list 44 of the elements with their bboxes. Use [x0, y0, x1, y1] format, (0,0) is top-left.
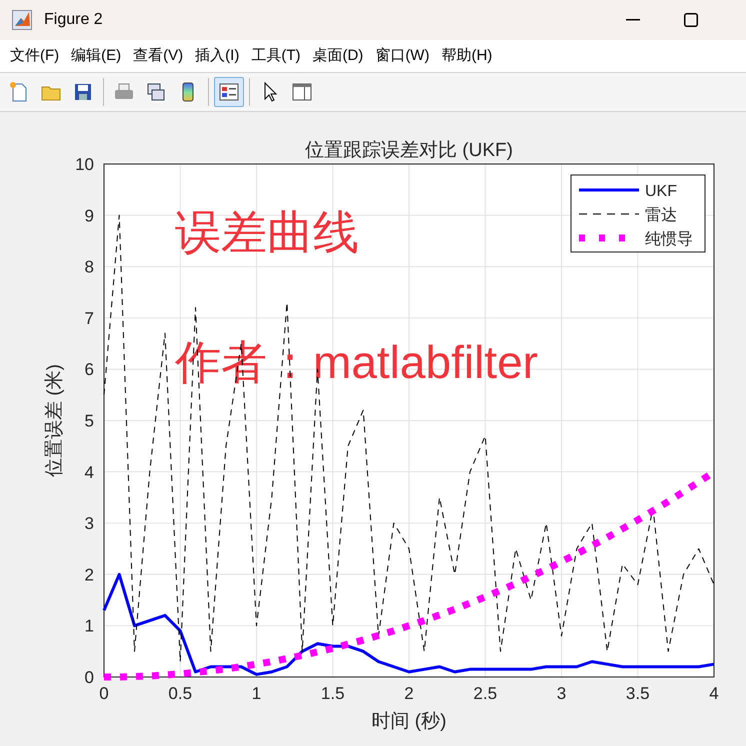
toolbar-button[interactable]	[214, 77, 244, 107]
y-tick-label: 8	[84, 258, 94, 277]
app-logo-icon	[12, 10, 32, 30]
menu-item[interactable]: 桌面(D)	[306, 44, 370, 68]
y-tick-label: 2	[84, 565, 94, 584]
legend-label: 纯惯导	[645, 231, 693, 248]
legend-line	[579, 188, 639, 192]
legend-label: 雷达	[645, 207, 677, 224]
y-tick-label: 6	[84, 360, 94, 380]
menu-item[interactable]: 编辑(E)	[65, 44, 128, 68]
y-tick-label: 9	[84, 206, 94, 226]
property-panel-icon	[291, 81, 313, 103]
x-tick-label: 0.5	[168, 684, 192, 703]
y-tick-label: 0	[84, 668, 94, 687]
y-tick-label: 4	[84, 462, 94, 482]
x-tick-label: 2	[404, 684, 414, 703]
annotation-text: 误差曲线	[175, 206, 359, 258]
chart-title: 位置跟踪误差对比 (UKF)	[305, 140, 513, 161]
menu-item[interactable]: 文件(F)	[4, 44, 66, 68]
x-tick-label: 0	[99, 684, 109, 703]
menu-item[interactable]: 工具(T)	[245, 44, 306, 68]
x-tick-label: 1.5	[320, 684, 345, 703]
x-axis-label: 时间 (秒)	[372, 711, 446, 732]
legend-icon	[218, 81, 240, 103]
y-tick-label: 10	[75, 155, 94, 174]
window-title: Figure 2	[44, 10, 103, 30]
x-tick-label: 4	[709, 684, 719, 703]
menu-item[interactable]: 帮助(H)	[435, 44, 498, 68]
menu-item[interactable]: 窗口(W)	[369, 44, 436, 68]
y-tick-label: 7	[84, 308, 94, 328]
x-tick-label: 1	[252, 684, 262, 703]
y-axis-label: 位置误差 (米)	[44, 364, 65, 477]
y-tick-label: 1	[84, 616, 94, 636]
linked-windows-icon	[145, 81, 167, 103]
minimize-icon	[626, 19, 640, 21]
y-tick-label: 3	[84, 514, 94, 534]
menu-item[interactable]: 查看(V)	[127, 44, 190, 68]
legend-label: UKF	[645, 183, 677, 200]
x-tick-label: 3.5	[626, 684, 650, 703]
maximize-icon	[684, 13, 698, 27]
y-tick-label: 5	[84, 412, 94, 430]
x-tick-label: 3	[556, 684, 566, 703]
x-tick-label: 2.5	[473, 684, 498, 703]
menu-item[interactable]: 插入(I)	[189, 44, 246, 68]
